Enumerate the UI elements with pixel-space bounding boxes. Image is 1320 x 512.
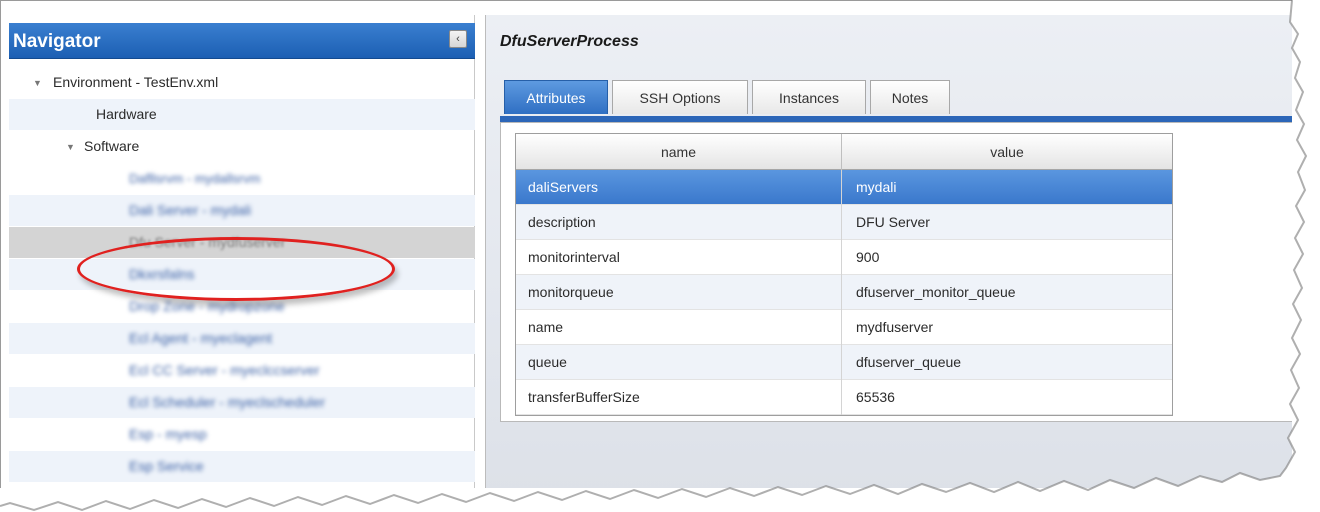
tree-item-label: Ecl CC Server - myeclccserver [129, 362, 320, 378]
cell-name: monitorinterval [516, 240, 842, 275]
cell-name: description [516, 205, 842, 240]
table-row[interactable]: transferBufferSize 65536 [516, 380, 1172, 415]
navigator-header: Navigator ‹ [9, 23, 475, 59]
tab-ssh-options[interactable]: SSH Options [612, 80, 748, 114]
tree-item-label: Esp - myesp [129, 426, 207, 442]
page-title: DfuServerProcess [500, 33, 639, 50]
attributes-grid: name value daliServers mydali descriptio… [515, 133, 1173, 416]
cell-value[interactable]: DFU Server [842, 205, 1172, 240]
table-row[interactable]: monitorinterval 900 [516, 240, 1172, 275]
cell-value[interactable]: mydfuserver [842, 310, 1172, 345]
cell-name: daliServers [516, 170, 842, 205]
cell-value[interactable]: 65536 [842, 380, 1172, 415]
table-row[interactable]: name mydfuserver [516, 310, 1172, 345]
highlight-oval [77, 237, 395, 301]
cell-name: name [516, 310, 842, 345]
tab-instances[interactable]: Instances [752, 80, 866, 114]
attributes-container: name value daliServers mydali descriptio… [500, 122, 1292, 422]
tree-item-blurred[interactable]: Ecl CC Server - myeclccserver [9, 355, 475, 386]
tree-item-label: Hardware [96, 106, 157, 122]
tree-item-label: Ecl Scheduler - myeclscheduler [129, 394, 326, 410]
grid-header: name value [516, 134, 1172, 170]
tree-item-blurred[interactable]: Ecl Scheduler - myeclscheduler [9, 387, 475, 418]
tree-item-label: Environment - TestEnv.xml [53, 74, 219, 90]
tree-item-partial[interactable]: Esp Service [9, 451, 475, 482]
table-row[interactable]: monitorqueue dfuserver_monitor_queue [516, 275, 1172, 310]
column-header-value[interactable]: value [842, 134, 1172, 170]
tab-notes[interactable]: Notes [870, 80, 950, 114]
expand-arrow-icon[interactable]: ▼ [66, 132, 75, 163]
table-row[interactable]: description DFU Server [516, 205, 1172, 240]
tab-attributes[interactable]: Attributes [504, 80, 608, 114]
column-header-name[interactable]: name [516, 134, 842, 170]
tree-item-dali-server[interactable]: Dali Server - mydali [9, 195, 475, 226]
cell-value[interactable]: dfuserver_queue [842, 345, 1172, 380]
app-window: Navigator ‹ ▼ Environment - TestEnv.xml … [0, 0, 1292, 488]
tree-item-software[interactable]: ▼ Software [9, 131, 475, 162]
table-row[interactable]: daliServers mydali [516, 170, 1172, 205]
tree-item-label: Dafllsrvm - mydallsrvm [129, 171, 261, 186]
tree-item-label: Ecl Agent - myeclagent [129, 330, 273, 346]
tree-item-label: Software [84, 138, 140, 154]
details-panel: DfuServerProcess Attributes SSH Options … [485, 15, 1292, 488]
cell-value[interactable]: 900 [842, 240, 1172, 275]
table-row[interactable]: queue dfuserver_queue [516, 345, 1172, 380]
tree-item-blurred[interactable]: Dafllsrvm - mydallsrvm [9, 163, 475, 194]
navigator-panel: Navigator ‹ ▼ Environment - TestEnv.xml … [9, 15, 475, 488]
navigator-title: Navigator [13, 31, 101, 52]
cell-value[interactable]: dfuserver_monitor_queue [842, 275, 1172, 310]
tree-item-esp[interactable]: Esp - myesp [9, 419, 475, 450]
expand-arrow-icon[interactable]: ▼ [33, 68, 42, 99]
tree-item-hardware[interactable]: Hardware [9, 99, 475, 130]
cell-name: queue [516, 345, 842, 380]
tree-item-label: Dali Server - mydali [129, 202, 252, 218]
collapse-navigator-button[interactable]: ‹ [449, 30, 467, 48]
tree-item-environment[interactable]: ▼ Environment - TestEnv.xml [9, 67, 475, 98]
cell-value[interactable]: mydali [842, 170, 1172, 205]
cell-name: transferBufferSize [516, 380, 842, 415]
cell-name: monitorqueue [516, 275, 842, 310]
tree-item-blurred[interactable]: Ecl Agent - myeclagent [9, 323, 475, 354]
tree-item-label: Esp Service [129, 458, 204, 474]
